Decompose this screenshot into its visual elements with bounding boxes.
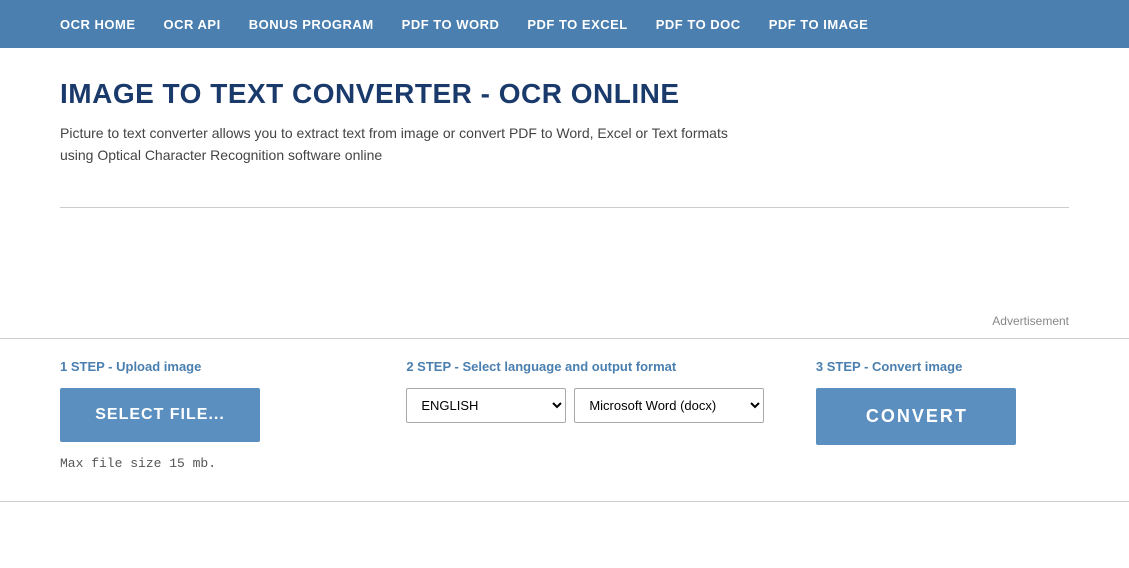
select-file-button[interactable]: SELECT FILE... [60,388,260,442]
nav-ocr-api[interactable]: OCR API [164,17,221,32]
max-file-note: Max file size 15 mb. [60,456,376,471]
nav-pdf-to-image[interactable]: PDF TO IMAGE [769,17,869,32]
nav-ocr-home[interactable]: OCR HOME [60,17,136,32]
format-select[interactable]: Microsoft Word (docx) Plain Text (txt) P… [574,388,764,423]
page-description: Picture to text converter allows you to … [60,122,840,167]
nav-pdf-to-excel[interactable]: PDF TO EXCEL [527,17,627,32]
nav-pdf-to-doc[interactable]: PDF TO DOC [656,17,741,32]
step1-block: 1 STEP - Upload image SELECT FILE... Max… [60,359,406,471]
language-select[interactable]: ENGLISH FRENCH GERMAN SPANISH ITALIAN PO… [406,388,566,423]
main-content: IMAGE TO TEXT CONVERTER - OCR ONLINE Pic… [0,48,1129,207]
tools-section: 1 STEP - Upload image SELECT FILE... Max… [0,338,1129,502]
step3-label: 3 STEP - Convert image [816,359,1069,374]
page-title: IMAGE TO TEXT CONVERTER - OCR ONLINE [60,78,1069,110]
nav-pdf-to-word[interactable]: PDF TO WORD [402,17,500,32]
top-navigation: OCR HOME OCR API BONUS PROGRAM PDF TO WO… [0,0,1129,48]
ad-label: Advertisement [992,314,1069,328]
step2-label: 2 STEP - Select language and output form… [406,359,786,374]
step3-block: 3 STEP - Convert image CONVERT [816,359,1069,445]
dropdowns-row: ENGLISH FRENCH GERMAN SPANISH ITALIAN PO… [406,388,786,423]
step1-label: 1 STEP - Upload image [60,359,376,374]
bottom-area [0,502,1129,562]
step2-block: 2 STEP - Select language and output form… [406,359,816,423]
convert-button[interactable]: CONVERT [816,388,1016,445]
advertisement-area: Advertisement [0,208,1129,338]
nav-bonus-program[interactable]: BONUS PROGRAM [249,17,374,32]
